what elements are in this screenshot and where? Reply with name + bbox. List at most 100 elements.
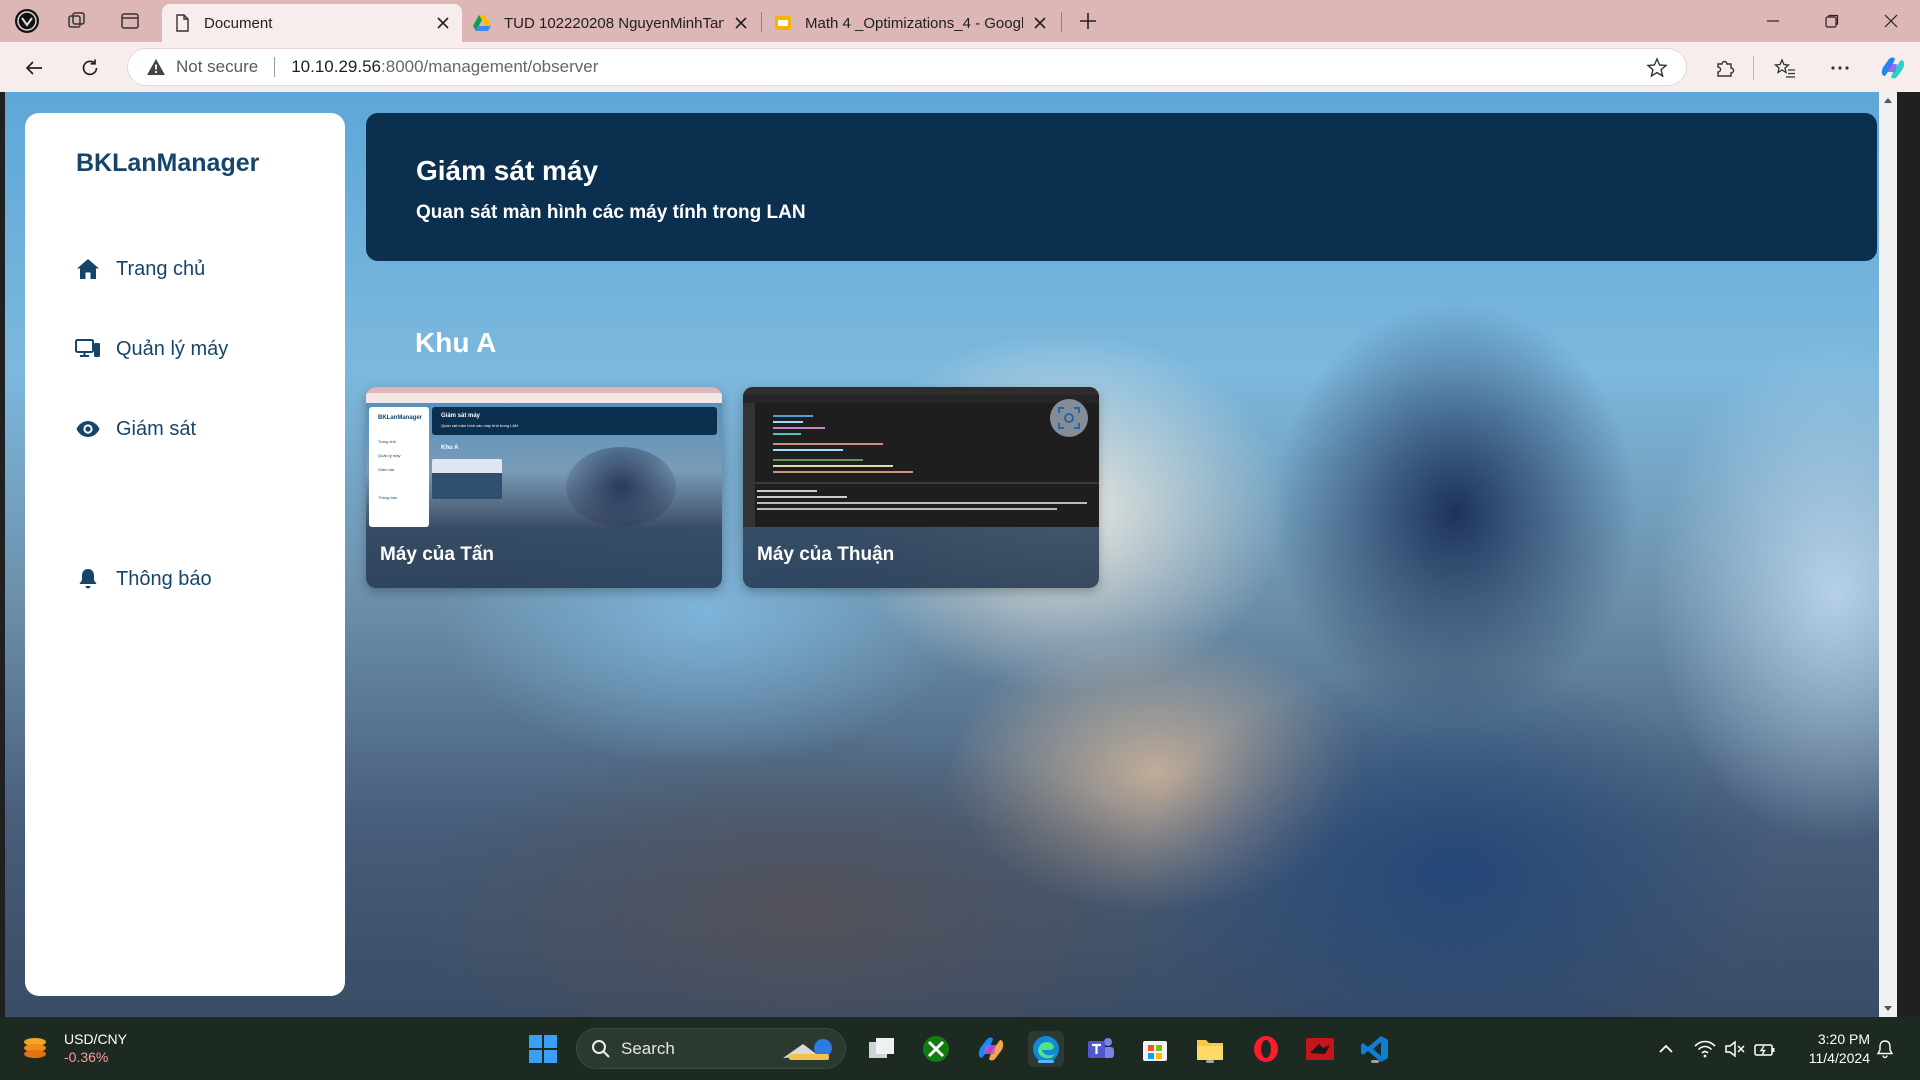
- taskbar-teams[interactable]: [1083, 1031, 1119, 1067]
- battery-charging-icon[interactable]: [1754, 1039, 1776, 1059]
- refresh-button[interactable]: [74, 52, 106, 84]
- browser-toolbar: Not secure 10.10.29.56:8000/management/o…: [0, 42, 1920, 92]
- wifi-icon[interactable]: [1694, 1039, 1716, 1059]
- thumb-terminal-line: [757, 502, 1087, 504]
- machine-name: Máy của Tấn: [380, 544, 495, 565]
- taskbar-store[interactable]: [1137, 1031, 1173, 1067]
- tab-google-drive[interactable]: TUD 102220208 NguyenMinhTan: [462, 4, 760, 42]
- address-bar[interactable]: Not secure 10.10.29.56:8000/management/o…: [127, 48, 1687, 86]
- currency-widget[interactable]: USD/CNY -0.36%: [20, 1030, 127, 1066]
- speaker-muted-icon[interactable]: [1724, 1039, 1746, 1059]
- close-tab-button[interactable]: [732, 14, 750, 32]
- sidebar-item-notifications[interactable]: Thông báo: [75, 561, 212, 597]
- taskbar-app-red[interactable]: [1302, 1031, 1338, 1067]
- screen-thumbnail[interactable]: [743, 387, 1099, 527]
- screen-capture-button[interactable]: [1050, 399, 1088, 437]
- browser-tab-strip: Document TUD 102220208 NguyenMinhTan Mat…: [0, 0, 1920, 42]
- thumb-addressbar: [366, 393, 722, 403]
- thumb-terminal-line: [757, 490, 817, 492]
- warning-icon[interactable]: [146, 57, 166, 77]
- tab-document[interactable]: Document: [162, 4, 462, 42]
- sidebar-item-home[interactable]: Trang chủ: [75, 251, 205, 287]
- running-indicator: [1371, 1060, 1379, 1063]
- close-window-button[interactable]: [1862, 0, 1920, 42]
- close-icon: [1884, 14, 1898, 28]
- sidebar-item-label: Thông báo: [116, 567, 212, 590]
- machine-card-thuan[interactable]: Máy của Thuận: [743, 387, 1099, 588]
- clock-time: 3:20 PM: [1817, 1031, 1870, 1047]
- tab-actions-button[interactable]: [115, 6, 145, 36]
- more-menu-button[interactable]: [1825, 53, 1855, 83]
- refresh-icon: [82, 59, 98, 76]
- page-header: Giám sát máy Quan sát màn hình các máy t…: [366, 113, 1877, 261]
- sidebar-item-machine-management[interactable]: Quản lý máy: [75, 331, 228, 367]
- opera-icon: [1254, 1036, 1278, 1062]
- notification-bell-icon[interactable]: [1875, 1039, 1895, 1059]
- windows-start-icon[interactable]: [528, 1034, 558, 1064]
- tab-google-slides[interactable]: Math 4 _Optimizations_4 - Googl: [763, 4, 1059, 42]
- thumb-nav-item: Giám sát: [378, 467, 395, 472]
- taskbar-search[interactable]: Search: [576, 1028, 846, 1069]
- restore-button[interactable]: [1803, 0, 1861, 42]
- back-button[interactable]: [18, 52, 50, 84]
- screen-thumbnail[interactable]: BKLanManager Trang chủ Quản lý máy Giám …: [366, 387, 722, 527]
- taskbar-task-view[interactable]: [864, 1031, 900, 1067]
- taskbar-clock[interactable]: 3:20 PM 11/4/2024: [1795, 1030, 1870, 1068]
- search-icon: [592, 1039, 610, 1058]
- thumb-nav-item: Trang chủ: [378, 439, 396, 444]
- taskbar-xbox[interactable]: [918, 1031, 954, 1067]
- app-shark-icon: [1306, 1038, 1334, 1060]
- thumb-header-title: Giám sát máy: [441, 413, 481, 419]
- toolbar-divider: [1753, 56, 1754, 80]
- thumb-editor-tabs: [743, 395, 1099, 403]
- sidebar-item-label: Trang chủ: [116, 257, 206, 280]
- minimize-button[interactable]: [1744, 0, 1802, 42]
- taskbar-opera[interactable]: [1248, 1031, 1284, 1067]
- copilot-button[interactable]: [1878, 53, 1908, 83]
- close-icon: [437, 17, 449, 29]
- machine-card-tan[interactable]: BKLanManager Trang chủ Quản lý máy Giám …: [366, 387, 722, 588]
- workspaces-button[interactable]: [62, 6, 92, 36]
- capture-icon: [1058, 407, 1080, 429]
- tab-separator: [1061, 12, 1062, 32]
- extensions-button[interactable]: [1710, 53, 1740, 83]
- security-label: Not secure: [176, 57, 259, 76]
- taskbar-vscode[interactable]: [1357, 1031, 1393, 1067]
- plus-icon: [1080, 13, 1096, 29]
- favorites-button[interactable]: [1770, 53, 1800, 83]
- eye-icon: [75, 416, 101, 442]
- taskbar-edge[interactable]: [1028, 1031, 1064, 1067]
- scroll-down-icon[interactable]: [1883, 1003, 1893, 1013]
- tab-title: TUD 102220208 NguyenMinhTan: [504, 14, 724, 32]
- bell-icon: [75, 566, 101, 592]
- brand-logo-text[interactable]: BKLanManager: [76, 149, 259, 178]
- taskbar-copilot[interactable]: [973, 1031, 1009, 1067]
- thumb-terminal-line: [757, 496, 847, 498]
- page-subtitle: Quan sát màn hình các máy tính trong LAN: [416, 202, 806, 223]
- minimize-icon: [1767, 20, 1779, 22]
- puzzle-icon: [1717, 60, 1735, 77]
- copilot-icon: [978, 1037, 1004, 1061]
- sidebar-item-label: Giám sát: [116, 417, 197, 440]
- thumb-code-line: [773, 459, 863, 461]
- thumb-terminal-line: [757, 508, 1057, 510]
- running-indicator: [1206, 1060, 1214, 1063]
- scroll-up-icon[interactable]: [1883, 96, 1893, 106]
- chevron-up-icon[interactable]: [1655, 1039, 1677, 1059]
- new-tab-button[interactable]: [1073, 6, 1103, 36]
- taskbar-file-explorer[interactable]: [1192, 1031, 1228, 1067]
- machine-name: Máy của Thuận: [757, 544, 895, 565]
- document-icon: [176, 14, 189, 32]
- sidebar-item-monitoring[interactable]: Giám sát: [75, 411, 196, 447]
- page-scrollbar[interactable]: [1879, 92, 1897, 1017]
- address-divider: [274, 57, 276, 77]
- close-tab-button[interactable]: [1031, 14, 1049, 32]
- favorite-star-icon[interactable]: [1646, 57, 1668, 79]
- folder-icon: [1197, 1040, 1223, 1060]
- close-tab-button[interactable]: [434, 14, 452, 32]
- profile-avatar[interactable]: [12, 6, 42, 36]
- restore-icon: [1825, 14, 1839, 28]
- thumb-zone-title: Khu A: [441, 445, 459, 451]
- widget-change: -0.36%: [64, 1049, 109, 1065]
- workspaces-icon: [68, 12, 85, 28]
